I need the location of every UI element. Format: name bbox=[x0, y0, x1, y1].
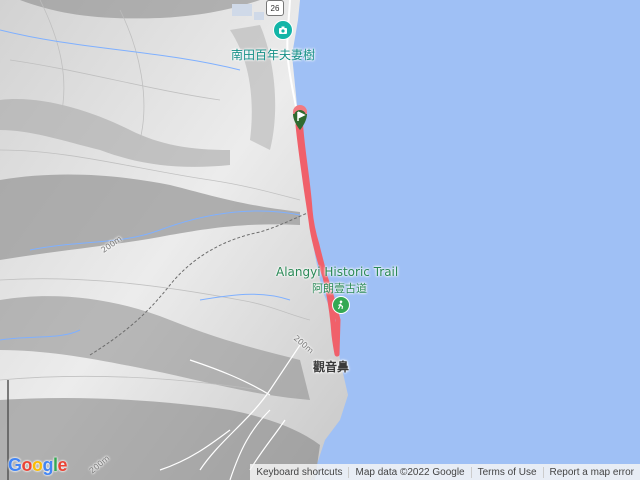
terms-link[interactable]: Terms of Use bbox=[470, 466, 543, 478]
cape-label: 觀音鼻 bbox=[313, 360, 350, 374]
camera-icon[interactable] bbox=[273, 20, 293, 40]
hiking-icon[interactable] bbox=[332, 296, 350, 314]
road-number: 26 bbox=[270, 3, 280, 13]
keyboard-shortcuts-link[interactable]: Keyboard shortcuts bbox=[250, 467, 348, 478]
road-shield: 26 bbox=[266, 0, 284, 16]
poi-label-trail-en[interactable]: Alangyi Historic Trail bbox=[276, 265, 398, 279]
start-marker[interactable] bbox=[290, 104, 310, 132]
map-data-text: Map data ©2022 Google bbox=[348, 466, 470, 478]
terrain-map[interactable] bbox=[0, 0, 640, 480]
attribution-bar: Keyboard shortcuts Map data ©2022 Google… bbox=[250, 464, 640, 480]
report-error-link[interactable]: Report a map error bbox=[542, 466, 640, 478]
poi-label-trail-zh[interactable]: 阿朗壹古道 bbox=[312, 280, 367, 296]
google-logo[interactable]: Google bbox=[8, 455, 68, 476]
poi-label-tree[interactable]: 南田百年夫妻樹 bbox=[231, 46, 315, 63]
